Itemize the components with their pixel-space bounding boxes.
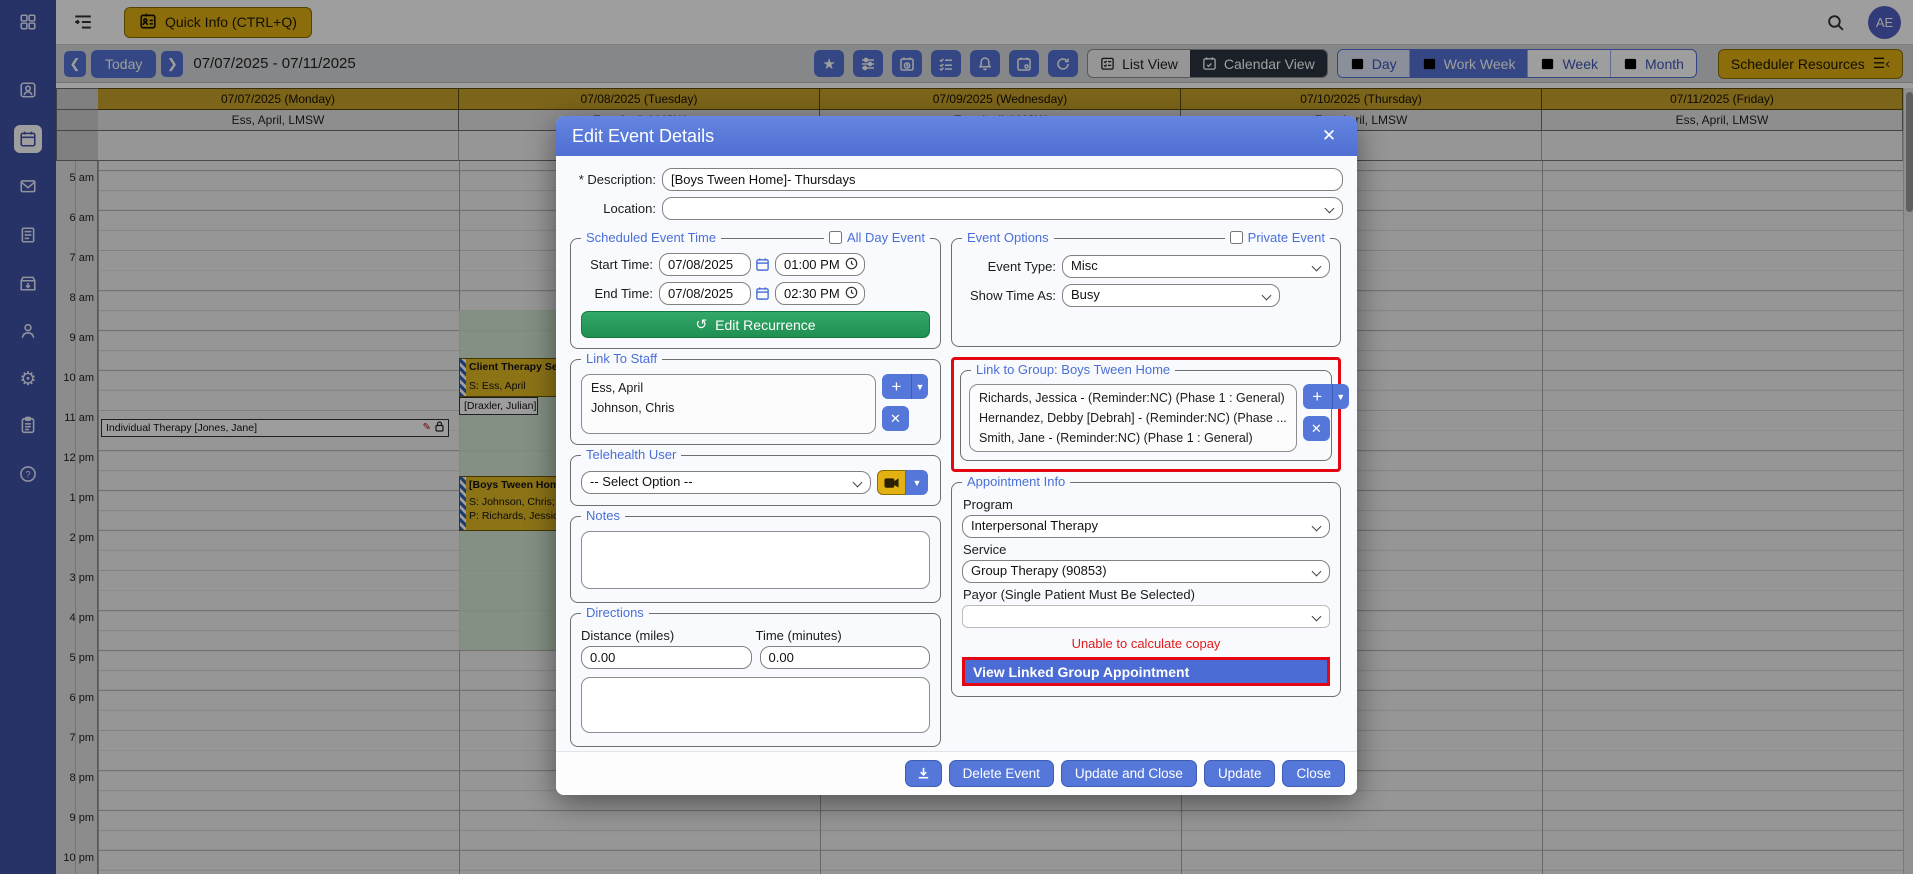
end-date-input[interactable]	[659, 282, 751, 305]
event-type-label: Event Type:	[987, 259, 1056, 274]
modal-header: Edit Event Details ✕	[556, 116, 1357, 156]
add-group-dropdown-icon[interactable]: ▼	[1331, 384, 1349, 409]
link-to-group-section: Link to Group: Boys Tween Home Richards,…	[960, 362, 1349, 461]
notes-textarea[interactable]	[581, 531, 930, 589]
event-options-section: Event Options Private Event Event Type: …	[951, 230, 1341, 347]
distance-input[interactable]	[581, 646, 752, 669]
telehealth-select[interactable]: -- Select Option --	[581, 471, 871, 494]
download-button[interactable]	[904, 760, 942, 787]
telehealth-dropdown-icon[interactable]: ▼	[906, 470, 928, 495]
link-to-group-highlight: Link to Group: Boys Tween Home Richards,…	[951, 357, 1349, 472]
payor-select[interactable]	[962, 605, 1330, 628]
distance-label: Distance (miles)	[581, 628, 675, 643]
video-camera-icon[interactable]	[877, 470, 906, 495]
group-member-item[interactable]: Richards, Jessica - (Reminder:NC) (Phase…	[970, 388, 1296, 408]
calendar-picker-icon[interactable]	[751, 286, 773, 301]
group-member-item[interactable]: Hernandez, Debby [Debrah] - (Reminder:NC…	[970, 408, 1296, 428]
staff-listbox[interactable]: Ess, April Johnson, Chris	[581, 374, 876, 434]
description-label: * Description:	[578, 172, 656, 187]
remove-staff-button[interactable]: ✕	[882, 406, 909, 431]
update-and-close-button[interactable]: Update and Close	[1060, 760, 1197, 787]
directions-textarea[interactable]	[581, 677, 930, 733]
add-staff-dropdown-icon[interactable]: ▼	[911, 374, 928, 399]
clock-icon[interactable]	[845, 286, 858, 302]
event-type-select[interactable]: Misc	[1062, 255, 1330, 278]
recurrence-icon: ↺	[695, 316, 708, 332]
close-icon[interactable]: ✕	[1317, 124, 1341, 148]
modal-footer: Delete Event Update and Close Update Clo…	[556, 751, 1357, 795]
clock-icon[interactable]	[845, 257, 858, 273]
close-button[interactable]: Close	[1282, 760, 1345, 787]
delete-event-button[interactable]: Delete Event	[948, 760, 1054, 787]
payor-label: Payor (Single Patient Must Be Selected)	[963, 587, 1195, 602]
program-label: Program	[963, 497, 1013, 512]
calendar-picker-icon[interactable]	[751, 257, 773, 272]
edit-recurrence-button[interactable]: ↺ Edit Recurrence	[581, 311, 930, 338]
directions-section: Directions Distance (miles) Time (minute…	[570, 605, 941, 747]
show-time-as-select[interactable]: Busy	[1062, 284, 1280, 307]
staff-item[interactable]: Johnson, Chris	[582, 398, 875, 418]
remove-group-member-button[interactable]: ✕	[1302, 416, 1330, 441]
staff-item[interactable]: Ess, April	[582, 378, 875, 398]
app-root: ⚙ ? Quick Info (CTRL+Q) AE ❮ Today ❯ 07/…	[0, 0, 1913, 874]
service-select[interactable]: Group Therapy (90853)	[962, 560, 1330, 583]
time-minutes-label: Time (minutes)	[755, 628, 842, 643]
description-input[interactable]	[662, 168, 1343, 191]
edit-event-modal: Edit Event Details ✕ * Description: Loca…	[556, 116, 1357, 795]
group-listbox[interactable]: Richards, Jessica - (Reminder:NC) (Phase…	[969, 384, 1297, 452]
show-time-as-label: Show Time As:	[970, 288, 1056, 303]
private-event-checkbox[interactable]	[1229, 231, 1243, 244]
location-label: Location:	[603, 201, 656, 216]
add-group-member-button[interactable]: +	[1302, 384, 1332, 409]
scheduled-event-time-section: Scheduled Event Time All Day Event Start…	[570, 230, 941, 349]
modal-title: Edit Event Details	[572, 125, 715, 146]
location-select[interactable]	[662, 197, 1343, 220]
time-minutes-input[interactable]	[759, 646, 930, 669]
all-day-checkbox[interactable]	[828, 231, 842, 244]
group-member-item[interactable]: Smith, Jane - (Reminder:NC) (Phase 1 : G…	[970, 428, 1296, 448]
view-linked-group-appointment-button[interactable]: View Linked Group Appointment	[962, 657, 1330, 686]
service-label: Service	[963, 542, 1007, 557]
notes-section: Notes	[570, 508, 941, 603]
update-button[interactable]: Update	[1203, 760, 1276, 787]
copay-warning: Unable to calculate copay	[1071, 636, 1221, 651]
appointment-info-section: Appointment Info Program Interpersonal T…	[951, 474, 1341, 697]
add-staff-button[interactable]: +	[882, 374, 911, 399]
telehealth-user-section: Telehealth User -- Select Option -- ▼	[570, 447, 941, 506]
program-select[interactable]: Interpersonal Therapy	[962, 515, 1330, 538]
link-to-staff-section: Link To Staff Ess, April Johnson, Chris …	[570, 351, 941, 445]
start-date-input[interactable]	[659, 253, 751, 276]
